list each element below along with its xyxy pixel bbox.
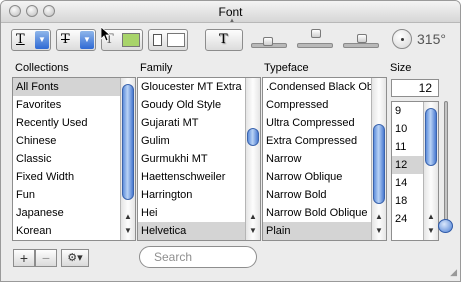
scroll-up-icon[interactable]: ▲ xyxy=(246,210,260,224)
list-item[interactable]: Recently Used xyxy=(13,114,135,132)
typeface-scrollbar[interactable]: ▲ ▼ xyxy=(371,78,386,240)
size-field[interactable]: 12 xyxy=(391,79,439,97)
document-color-swatch xyxy=(167,33,185,47)
list-item[interactable]: Gulim xyxy=(138,132,260,150)
scroll-up-icon[interactable]: ▲ xyxy=(121,210,135,224)
family-list[interactable]: Gloucester MT Extra Goudy Old Style Guja… xyxy=(137,77,261,241)
size-slider-track xyxy=(444,101,448,225)
list-item[interactable]: Favorites xyxy=(13,96,135,114)
typeface-header: Typeface xyxy=(264,62,309,74)
remove-collection-button[interactable]: − xyxy=(35,249,57,267)
list-item[interactable]: Plain xyxy=(263,222,386,240)
list-item[interactable]: .Condensed Black Oblique xyxy=(263,78,386,96)
search-placeholder: Search xyxy=(154,250,193,264)
scroll-down-icon[interactable]: ▼ xyxy=(121,224,135,238)
underline-popup[interactable]: T ▼ xyxy=(11,29,51,51)
size-list[interactable]: 9 10 11 12 14 18 24 ▲ ▼ xyxy=(391,101,439,241)
scroll-thumb[interactable] xyxy=(373,124,385,204)
list-item[interactable]: Narrow xyxy=(263,150,386,168)
list-item[interactable]: Gloucester MT Extra xyxy=(138,78,260,96)
resize-grip-icon[interactable]: ◢ xyxy=(450,267,457,278)
action-menu-button[interactable]: ⚙▾ xyxy=(61,249,89,267)
list-item[interactable]: Gurmukhi MT xyxy=(138,150,260,168)
shadow-angle-value: 315° xyxy=(417,31,446,47)
add-collection-button[interactable]: + xyxy=(13,249,35,267)
list-item[interactable]: Narrow Oblique xyxy=(263,168,386,186)
document-icon xyxy=(153,34,162,46)
list-item[interactable]: Korean xyxy=(13,222,135,240)
list-item[interactable]: Haettenschweiler xyxy=(138,168,260,186)
list-item[interactable]: Chinese xyxy=(13,132,135,150)
shadow-button[interactable]: T xyxy=(205,29,243,51)
list-item[interactable]: Classic xyxy=(13,150,135,168)
shadow-offset-track xyxy=(343,43,379,48)
scroll-down-icon[interactable]: ▼ xyxy=(424,224,438,238)
chevron-down-icon: ▼ xyxy=(35,31,49,49)
scroll-thumb[interactable] xyxy=(122,84,134,200)
chevron-down-icon: ▼ xyxy=(80,31,94,49)
shadow-angle-dial[interactable] xyxy=(392,29,412,49)
shadow-blur-slider[interactable] xyxy=(311,29,321,38)
list-item[interactable]: Compressed xyxy=(263,96,386,114)
list-item[interactable]: Fixed Width xyxy=(13,168,135,186)
scroll-down-icon[interactable]: ▼ xyxy=(372,224,386,238)
font-panel-window: Font ▲ T ▼ T ▼ T T 315° Collections Fami… xyxy=(0,0,461,282)
scroll-up-icon[interactable]: ▲ xyxy=(424,210,438,224)
scroll-thumb[interactable] xyxy=(247,128,259,146)
text-color-swatch xyxy=(122,33,140,47)
list-item[interactable]: Gujarati MT xyxy=(138,114,260,132)
strikethrough-icon: T xyxy=(61,32,70,47)
scroll-thumb[interactable] xyxy=(425,108,437,166)
typeface-list[interactable]: .Condensed Black Oblique Compressed Ultr… xyxy=(262,77,387,241)
underline-icon: T xyxy=(16,32,25,47)
mouse-cursor-icon xyxy=(101,27,111,42)
strikethrough-popup[interactable]: T ▼ xyxy=(56,29,96,51)
title-bar: Font ▲ xyxy=(1,1,460,24)
list-item[interactable]: Extra Compressed xyxy=(263,132,386,150)
scroll-up-icon[interactable]: ▲ xyxy=(372,210,386,224)
list-item[interactable]: Japanese xyxy=(13,204,135,222)
list-item[interactable]: All Fonts xyxy=(13,78,135,96)
list-item[interactable]: Harrington xyxy=(138,186,260,204)
size-header: Size xyxy=(390,62,412,74)
list-item[interactable]: Fun xyxy=(13,186,135,204)
document-color-well[interactable] xyxy=(148,29,188,51)
search-input[interactable]: Search xyxy=(139,246,257,268)
list-item[interactable]: Narrow Bold Oblique xyxy=(263,204,386,222)
list-item[interactable]: Narrow Bold xyxy=(263,186,386,204)
size-slider[interactable] xyxy=(438,219,453,233)
collections-list[interactable]: All Fonts Favorites Recently Used Chines… xyxy=(12,77,136,241)
shadow-offset-slider[interactable] xyxy=(357,34,367,43)
font-toolbar: T ▼ T ▼ T T 315° xyxy=(1,23,460,59)
size-scrollbar[interactable]: ▲ ▼ xyxy=(423,102,438,240)
window-title: Font xyxy=(218,5,243,19)
family-scrollbar[interactable]: ▲ ▼ xyxy=(245,78,260,240)
shadow-opacity-slider[interactable] xyxy=(263,37,273,46)
family-header: Family xyxy=(140,62,173,74)
shadow-icon: T xyxy=(219,32,228,47)
collections-scrollbar[interactable]: ▲ ▼ xyxy=(120,78,135,240)
scroll-down-icon[interactable]: ▼ xyxy=(246,224,260,238)
list-item[interactable]: Helvetica xyxy=(138,222,260,240)
shadow-blur-track xyxy=(297,43,333,48)
list-item[interactable]: Hei xyxy=(138,204,260,222)
list-item[interactable]: Ultra Compressed xyxy=(263,114,386,132)
list-item[interactable]: Goudy Old Style xyxy=(138,96,260,114)
collections-header: Collections xyxy=(15,62,69,74)
